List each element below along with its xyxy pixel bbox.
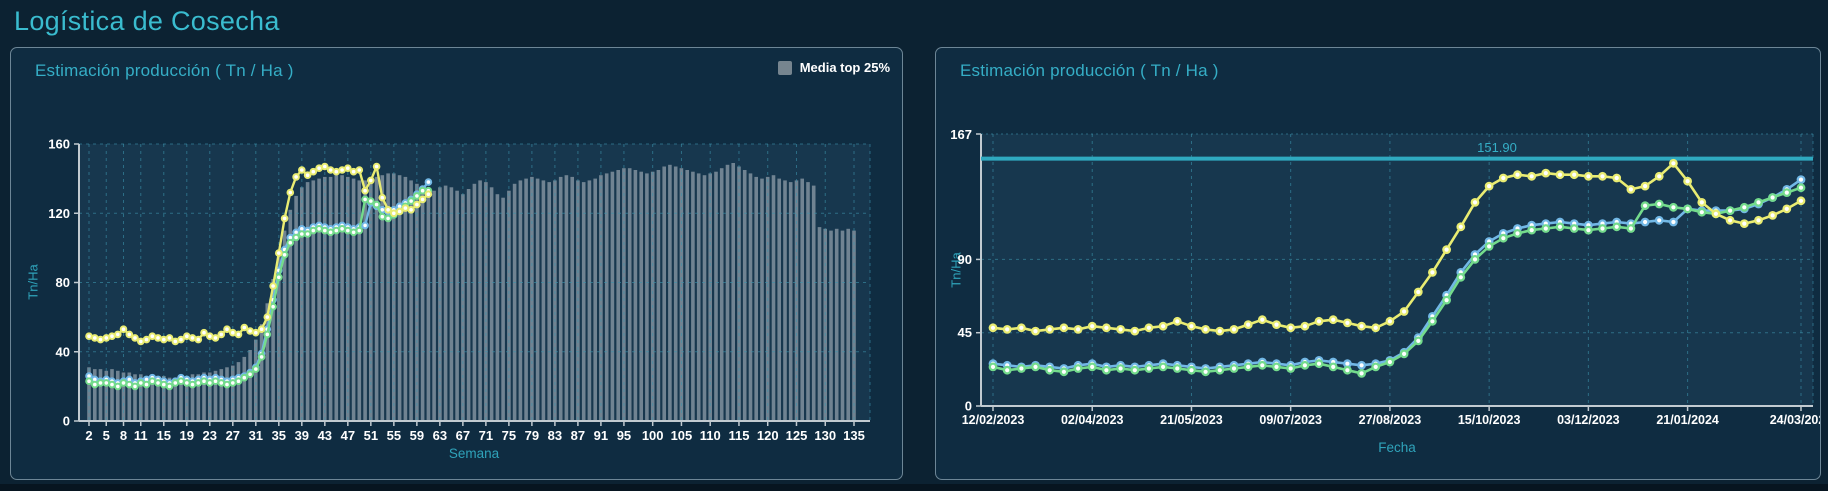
svg-text:27/08/2023: 27/08/2023 — [1359, 413, 1422, 427]
svg-text:02/04/2023: 02/04/2023 — [1061, 413, 1124, 427]
svg-text:8: 8 — [120, 428, 127, 443]
svg-text:19: 19 — [180, 428, 194, 443]
svg-text:15: 15 — [157, 428, 171, 443]
svg-text:2: 2 — [85, 428, 92, 443]
y-tick-labels: 0 45 90 167 — [950, 127, 972, 414]
right-chart-panel: Estimación producción ( Tn / Ha ) Tn/Ha … — [935, 47, 1821, 480]
svg-text:27: 27 — [226, 428, 240, 443]
left-chart-panel: Estimación producción ( Tn / Ha ) Media … — [10, 47, 903, 480]
svg-text:80: 80 — [56, 275, 70, 290]
svg-text:0: 0 — [965, 399, 972, 414]
svg-text:21/05/2023: 21/05/2023 — [1160, 413, 1223, 427]
svg-text:23: 23 — [203, 428, 217, 443]
svg-text:105: 105 — [671, 428, 693, 443]
svg-text:71: 71 — [479, 428, 493, 443]
svg-text:135: 135 — [843, 428, 865, 443]
svg-text:47: 47 — [341, 428, 355, 443]
svg-text:45: 45 — [958, 325, 972, 340]
y-max-label: 167 — [950, 127, 972, 142]
svg-text:59: 59 — [410, 428, 424, 443]
svg-text:100: 100 — [642, 428, 664, 443]
svg-text:0: 0 — [63, 414, 70, 429]
bottom-strip — [0, 484, 1828, 491]
svg-text:130: 130 — [814, 428, 836, 443]
svg-text:95: 95 — [617, 428, 631, 443]
svg-text:40: 40 — [56, 344, 70, 359]
svg-text:43: 43 — [318, 428, 332, 443]
svg-text:120: 120 — [757, 428, 779, 443]
svg-text:35: 35 — [272, 428, 286, 443]
svg-text:03/12/2023: 03/12/2023 — [1557, 413, 1620, 427]
left-x-axis-label: Semana — [449, 446, 499, 461]
svg-text:15/10/2023: 15/10/2023 — [1458, 413, 1521, 427]
svg-text:09/07/2023: 09/07/2023 — [1259, 413, 1322, 427]
svg-text:90: 90 — [958, 252, 972, 267]
svg-text:79: 79 — [525, 428, 539, 443]
svg-text:55: 55 — [387, 428, 401, 443]
right-x-axis-label: Fecha — [1378, 440, 1416, 455]
svg-text:75: 75 — [502, 428, 516, 443]
svg-text:115: 115 — [728, 428, 749, 443]
svg-text:83: 83 — [548, 428, 562, 443]
svg-text:11: 11 — [134, 428, 148, 443]
right-chart-canvas[interactable]: 0 45 90 167 12/02/2023 02/04/2023 21/05/2023 09… — [936, 48, 1820, 479]
y-tick-labels: 0 40 80 120 160 — [48, 137, 70, 429]
x-tick-labels: 12/02/2023 02/04/2023 21/05/2023 09/07/2023… — [962, 413, 1820, 427]
svg-text:24/03/2024: 24/03/2024 — [1770, 413, 1820, 427]
svg-text:63: 63 — [433, 428, 447, 443]
svg-text:21/01/2024: 21/01/2024 — [1656, 413, 1719, 427]
svg-text:31: 31 — [249, 428, 263, 443]
svg-text:87: 87 — [571, 428, 585, 443]
svg-text:125: 125 — [786, 428, 808, 443]
threshold-label: 151.90 — [1477, 140, 1517, 155]
svg-text:67: 67 — [456, 428, 470, 443]
svg-text:160: 160 — [48, 137, 70, 152]
svg-text:39: 39 — [295, 428, 309, 443]
x-tick-labels: 258 11 15 19 23 27 31 35 39 43 47 51 55 59 63 67 71 75 79 8… — [85, 428, 864, 443]
svg-text:110: 110 — [700, 428, 721, 443]
svg-text:51: 51 — [364, 428, 378, 443]
svg-text:5: 5 — [103, 428, 110, 443]
svg-text:12/02/2023: 12/02/2023 — [962, 413, 1025, 427]
svg-text:120: 120 — [48, 206, 70, 221]
svg-text:91: 91 — [594, 428, 608, 443]
left-chart-canvas[interactable]: 0 40 80 120 160 258 11 15 19 23 27 31 35 39 43 47 51 55 59… — [11, 48, 902, 479]
page-title: Logística de Cosecha — [14, 6, 280, 37]
